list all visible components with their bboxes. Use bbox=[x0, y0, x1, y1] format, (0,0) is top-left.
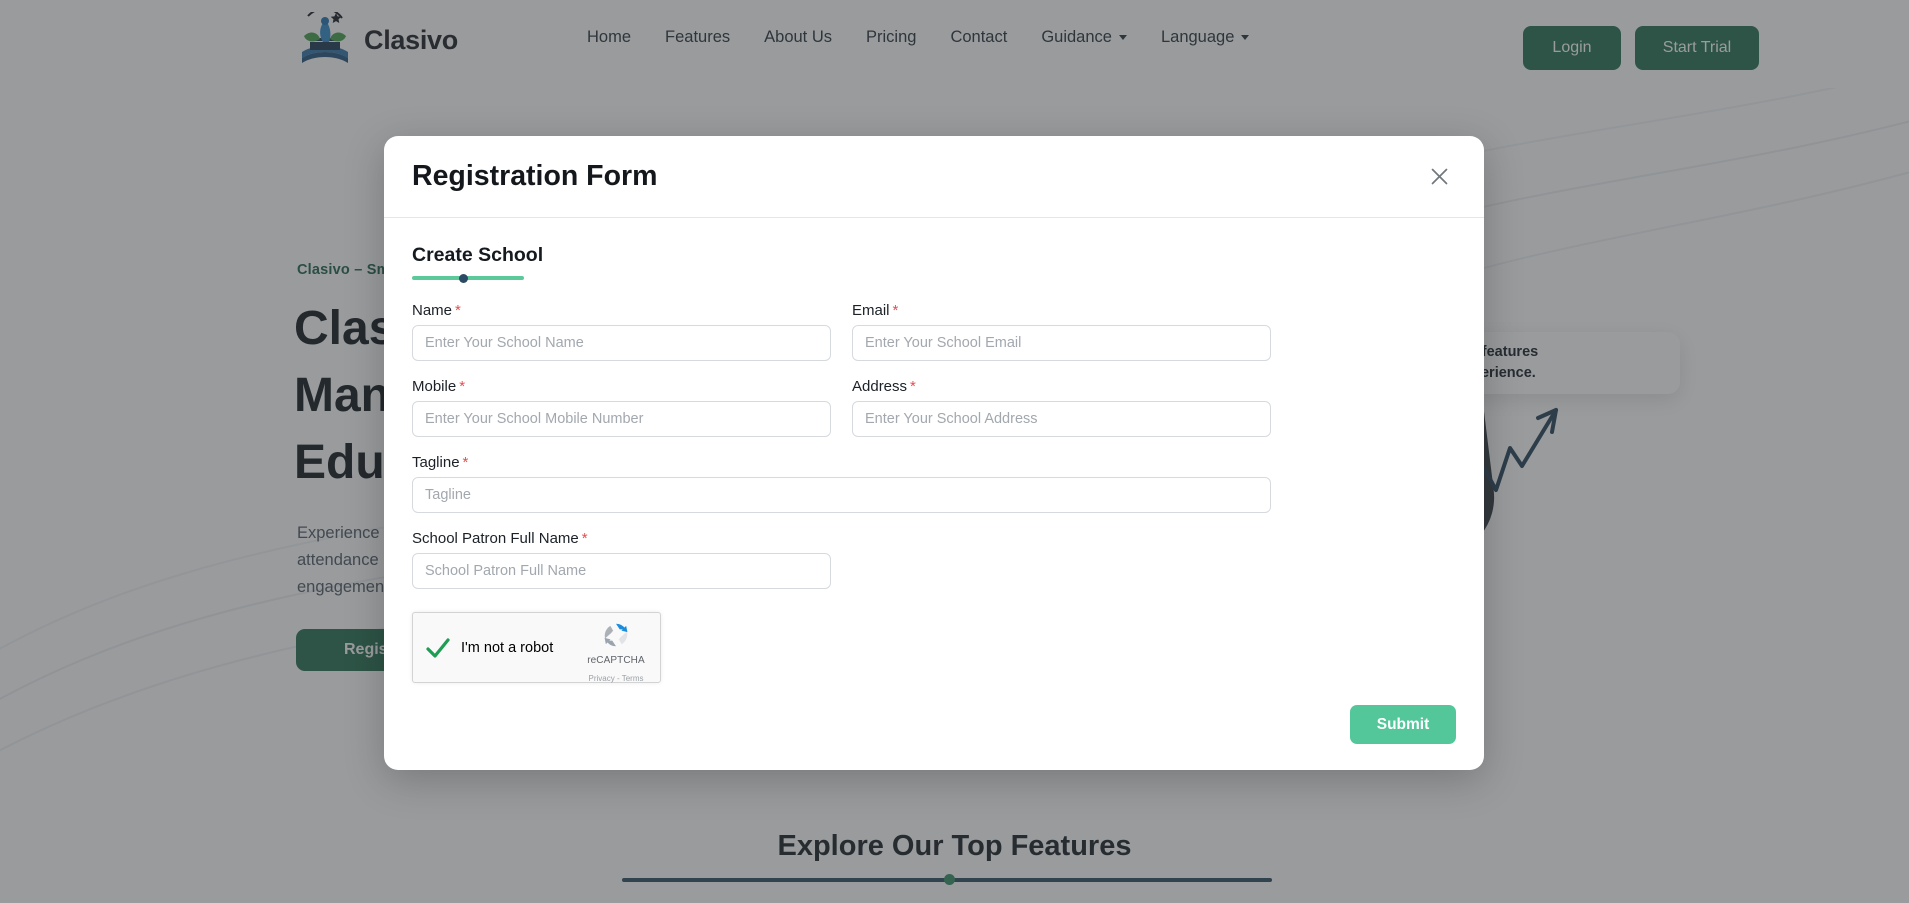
recaptcha-logo-icon bbox=[580, 620, 652, 650]
field-school-patron-label-text: School Patron Full Name bbox=[412, 530, 579, 547]
required-asterisk: * bbox=[892, 302, 899, 319]
field-tagline-label-text: Tagline bbox=[412, 454, 460, 471]
school-email-input[interactable] bbox=[852, 325, 1271, 361]
school-address-input[interactable] bbox=[852, 401, 1271, 437]
field-name-label: Name * bbox=[412, 302, 831, 319]
field-address-label-text: Address bbox=[852, 378, 908, 395]
field-school-patron-label: School Patron Full Name * bbox=[412, 530, 831, 547]
close-icon bbox=[1431, 168, 1447, 185]
recaptcha-brand: reCAPTCHA Privacy - Terms bbox=[580, 620, 652, 686]
recaptcha-brand-name: reCAPTCHA bbox=[587, 655, 645, 666]
field-email: Email * bbox=[852, 302, 1271, 361]
field-tagline: Tagline * bbox=[412, 454, 1271, 513]
required-asterisk: * bbox=[581, 530, 588, 547]
field-address: Address * bbox=[852, 378, 1271, 437]
field-address-label: Address * bbox=[852, 378, 1271, 395]
modal-header: Registration Form bbox=[384, 136, 1484, 218]
registration-form-modal: Registration Form Create School Name * E… bbox=[384, 136, 1484, 770]
field-email-label: Email * bbox=[852, 302, 1271, 319]
school-mobile-input[interactable] bbox=[412, 401, 831, 437]
field-school-patron-full-name: School Patron Full Name * bbox=[412, 530, 831, 589]
school-patron-full-name-input[interactable] bbox=[412, 553, 831, 589]
registration-form-grid: Name* Email* Mobile* bbox=[412, 302, 1456, 606]
recaptcha-label: I'm not a robot bbox=[461, 639, 554, 656]
step-progress-bar bbox=[412, 273, 524, 283]
page-root: Clasivo Home Features About Us Pricing C… bbox=[0, 0, 1909, 903]
recaptcha-widget[interactable]: I'm not a robot reCAPTCHA Privacy - Term… bbox=[412, 612, 661, 683]
submit-button[interactable]: Submit bbox=[1350, 705, 1456, 744]
required-asterisk: * bbox=[455, 302, 461, 319]
required-asterisk: * bbox=[462, 454, 469, 471]
modal-title: Registration Form bbox=[412, 160, 658, 192]
modal-footer: Submit bbox=[1350, 705, 1456, 744]
school-name-input[interactable] bbox=[412, 325, 831, 361]
field-mobile-label: Mobile * bbox=[412, 378, 831, 395]
tagline-input[interactable] bbox=[412, 477, 1271, 513]
field-tagline-label: Tagline * bbox=[412, 454, 1271, 471]
modal-body: Create School Name* Email* bbox=[384, 218, 1484, 770]
step-tab-create-school[interactable]: Create School bbox=[412, 244, 544, 283]
required-asterisk: * bbox=[910, 378, 916, 395]
required-asterisk: * bbox=[459, 378, 466, 395]
field-mobile: Mobile * bbox=[412, 378, 831, 437]
field-name-label-text: Name bbox=[412, 302, 453, 319]
step-progress-dot bbox=[459, 273, 469, 283]
checkmark-icon bbox=[426, 637, 450, 658]
step-tab-label: Create School bbox=[412, 244, 544, 266]
recaptcha-legal-links[interactable]: Privacy - Terms bbox=[589, 674, 644, 683]
recaptcha-checkbox[interactable] bbox=[424, 634, 452, 662]
close-button[interactable] bbox=[1422, 160, 1456, 194]
field-email-label-text: Email bbox=[852, 302, 890, 319]
field-mobile-label-text: Mobile bbox=[412, 378, 457, 395]
field-name: Name * bbox=[412, 302, 831, 361]
